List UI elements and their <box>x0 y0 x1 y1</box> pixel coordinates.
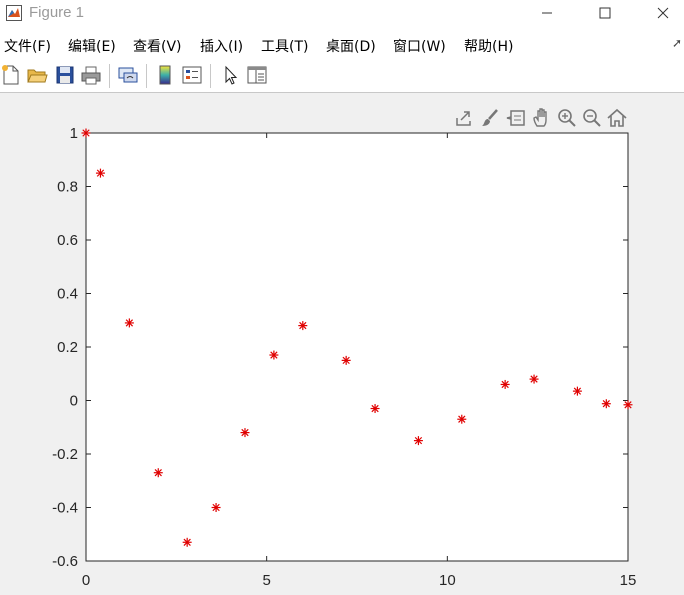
data-point-marker[interactable] <box>572 386 582 396</box>
y-tick-label: -0.6 <box>52 553 78 570</box>
data-point-marker[interactable] <box>211 503 221 512</box>
data-point-marker[interactable] <box>601 399 611 409</box>
y-tick-label: 0.6 <box>57 232 78 249</box>
x-tick-label: 15 <box>620 572 637 589</box>
data-point-marker[interactable] <box>623 400 633 410</box>
y-tick-label: 0.8 <box>57 179 78 196</box>
y-tick-label: -0.2 <box>52 446 78 463</box>
data-point-marker[interactable] <box>124 318 134 328</box>
data-point-marker[interactable] <box>95 168 105 178</box>
data-point-marker[interactable] <box>500 379 510 389</box>
x-tick-label: 0 <box>82 572 90 589</box>
y-tick-label: -0.4 <box>52 500 78 517</box>
y-tick-label: 0.4 <box>57 286 78 303</box>
data-point-marker[interactable] <box>457 414 467 424</box>
data-point-marker[interactable] <box>529 374 539 384</box>
y-tick-label: 0 <box>70 393 78 410</box>
plot-area[interactable] <box>86 133 628 561</box>
data-point-marker[interactable] <box>341 355 351 365</box>
data-point-marker[interactable] <box>413 436 423 446</box>
y-tick-label: 0.2 <box>57 339 78 356</box>
y-tick-label: 1 <box>70 125 78 142</box>
data-point-marker[interactable] <box>81 128 91 138</box>
data-point-marker[interactable] <box>298 321 308 331</box>
data-point-marker[interactable] <box>153 468 163 478</box>
data-point-marker[interactable] <box>269 350 279 360</box>
x-tick-label: 5 <box>262 572 270 589</box>
data-point-marker[interactable] <box>240 428 250 438</box>
data-point-marker[interactable] <box>370 404 380 414</box>
plot-canvas: 0 5 10 15 -0.6 -0.4 -0.2 0 0.2 0.4 0.6 0.8 1 <box>52 125 637 589</box>
data-point-marker[interactable] <box>182 537 192 547</box>
x-tick-label: 10 <box>439 572 456 589</box>
